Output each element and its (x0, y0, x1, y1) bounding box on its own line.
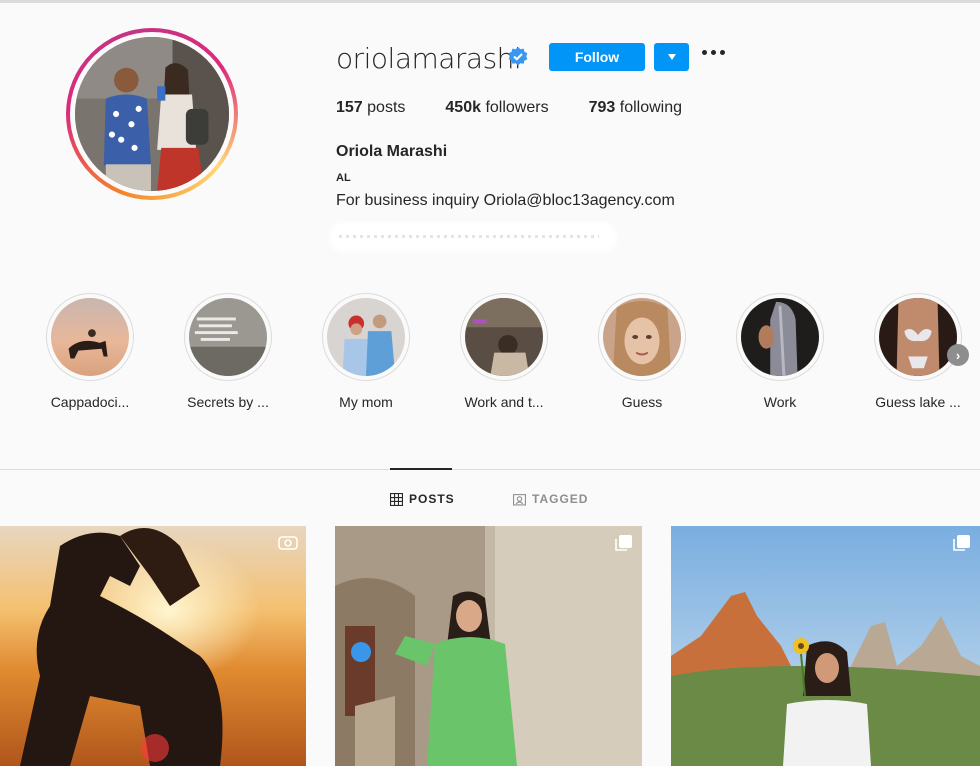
highlight-cover (603, 298, 681, 376)
highlight-label: Guess (621, 394, 663, 410)
username: oriolamarashi (336, 42, 522, 75)
bio-text: For business inquiry Oriola@bloc13agency… (336, 192, 675, 209)
highlight-work[interactable]: Work (720, 293, 840, 410)
tab-posts[interactable]: POSTS (390, 492, 455, 506)
carousel-icon (953, 535, 970, 551)
highlight-my-mom[interactable]: My mom (306, 293, 426, 410)
post-thumbnail[interactable] (335, 526, 642, 766)
full-name: Oriola Marashi (336, 143, 448, 160)
highlight-cappadocia[interactable]: Cappadoci... (30, 293, 150, 410)
highlight-cover (741, 298, 819, 376)
highlight-label: Work and t... (464, 394, 544, 410)
profile-avatar[interactable] (66, 28, 238, 200)
chevron-right-icon[interactable]: › (947, 344, 969, 366)
redacted-link (333, 226, 613, 248)
carousel-icon (615, 535, 632, 551)
highlight-cover (879, 298, 957, 376)
highlight-label: Guess lake ... (875, 394, 961, 410)
highlight-guess[interactable]: Guess (582, 293, 702, 410)
tab-tagged[interactable]: TAGGED (513, 492, 588, 506)
profile-stats: 157 posts 450k followers 793 following (336, 99, 722, 117)
verified-badge-icon (508, 47, 528, 66)
tabs-divider (0, 469, 980, 470)
video-icon (278, 536, 298, 550)
highlight-label: Cappadoci... (50, 394, 130, 410)
highlight-label: Work (763, 394, 797, 410)
highlight-cover (327, 298, 405, 376)
active-tab-indicator (390, 468, 452, 470)
following-link[interactable]: 793 following (589, 99, 682, 117)
highlight-label: My mom (339, 394, 393, 410)
follow-button[interactable]: Follow (549, 43, 645, 71)
followers-link[interactable]: 450k followers (445, 99, 548, 117)
more-options-icon[interactable] (702, 50, 725, 55)
tag-icon (513, 493, 526, 505)
highlight-label: Secrets by ... (187, 394, 269, 410)
highlight-work-and-travel[interactable]: Work and t... (444, 293, 564, 410)
highlight-cover (465, 298, 543, 376)
suggested-dropdown-button[interactable] (654, 43, 689, 71)
tab-posts-label: POSTS (409, 492, 455, 506)
post-thumbnail[interactable] (0, 526, 306, 766)
highlight-cover (189, 298, 267, 376)
chevron-down-icon (667, 54, 676, 60)
grid-icon (390, 492, 403, 506)
posts-count: 157 posts (336, 99, 406, 116)
avatar-photo (75, 37, 229, 191)
highlight-secrets[interactable]: Secrets by ... (168, 293, 288, 410)
top-border (0, 0, 980, 3)
tab-tagged-label: TAGGED (532, 492, 589, 506)
highlight-cover (51, 298, 129, 376)
post-thumbnail[interactable] (671, 526, 980, 766)
profile-category: AL (336, 172, 351, 184)
